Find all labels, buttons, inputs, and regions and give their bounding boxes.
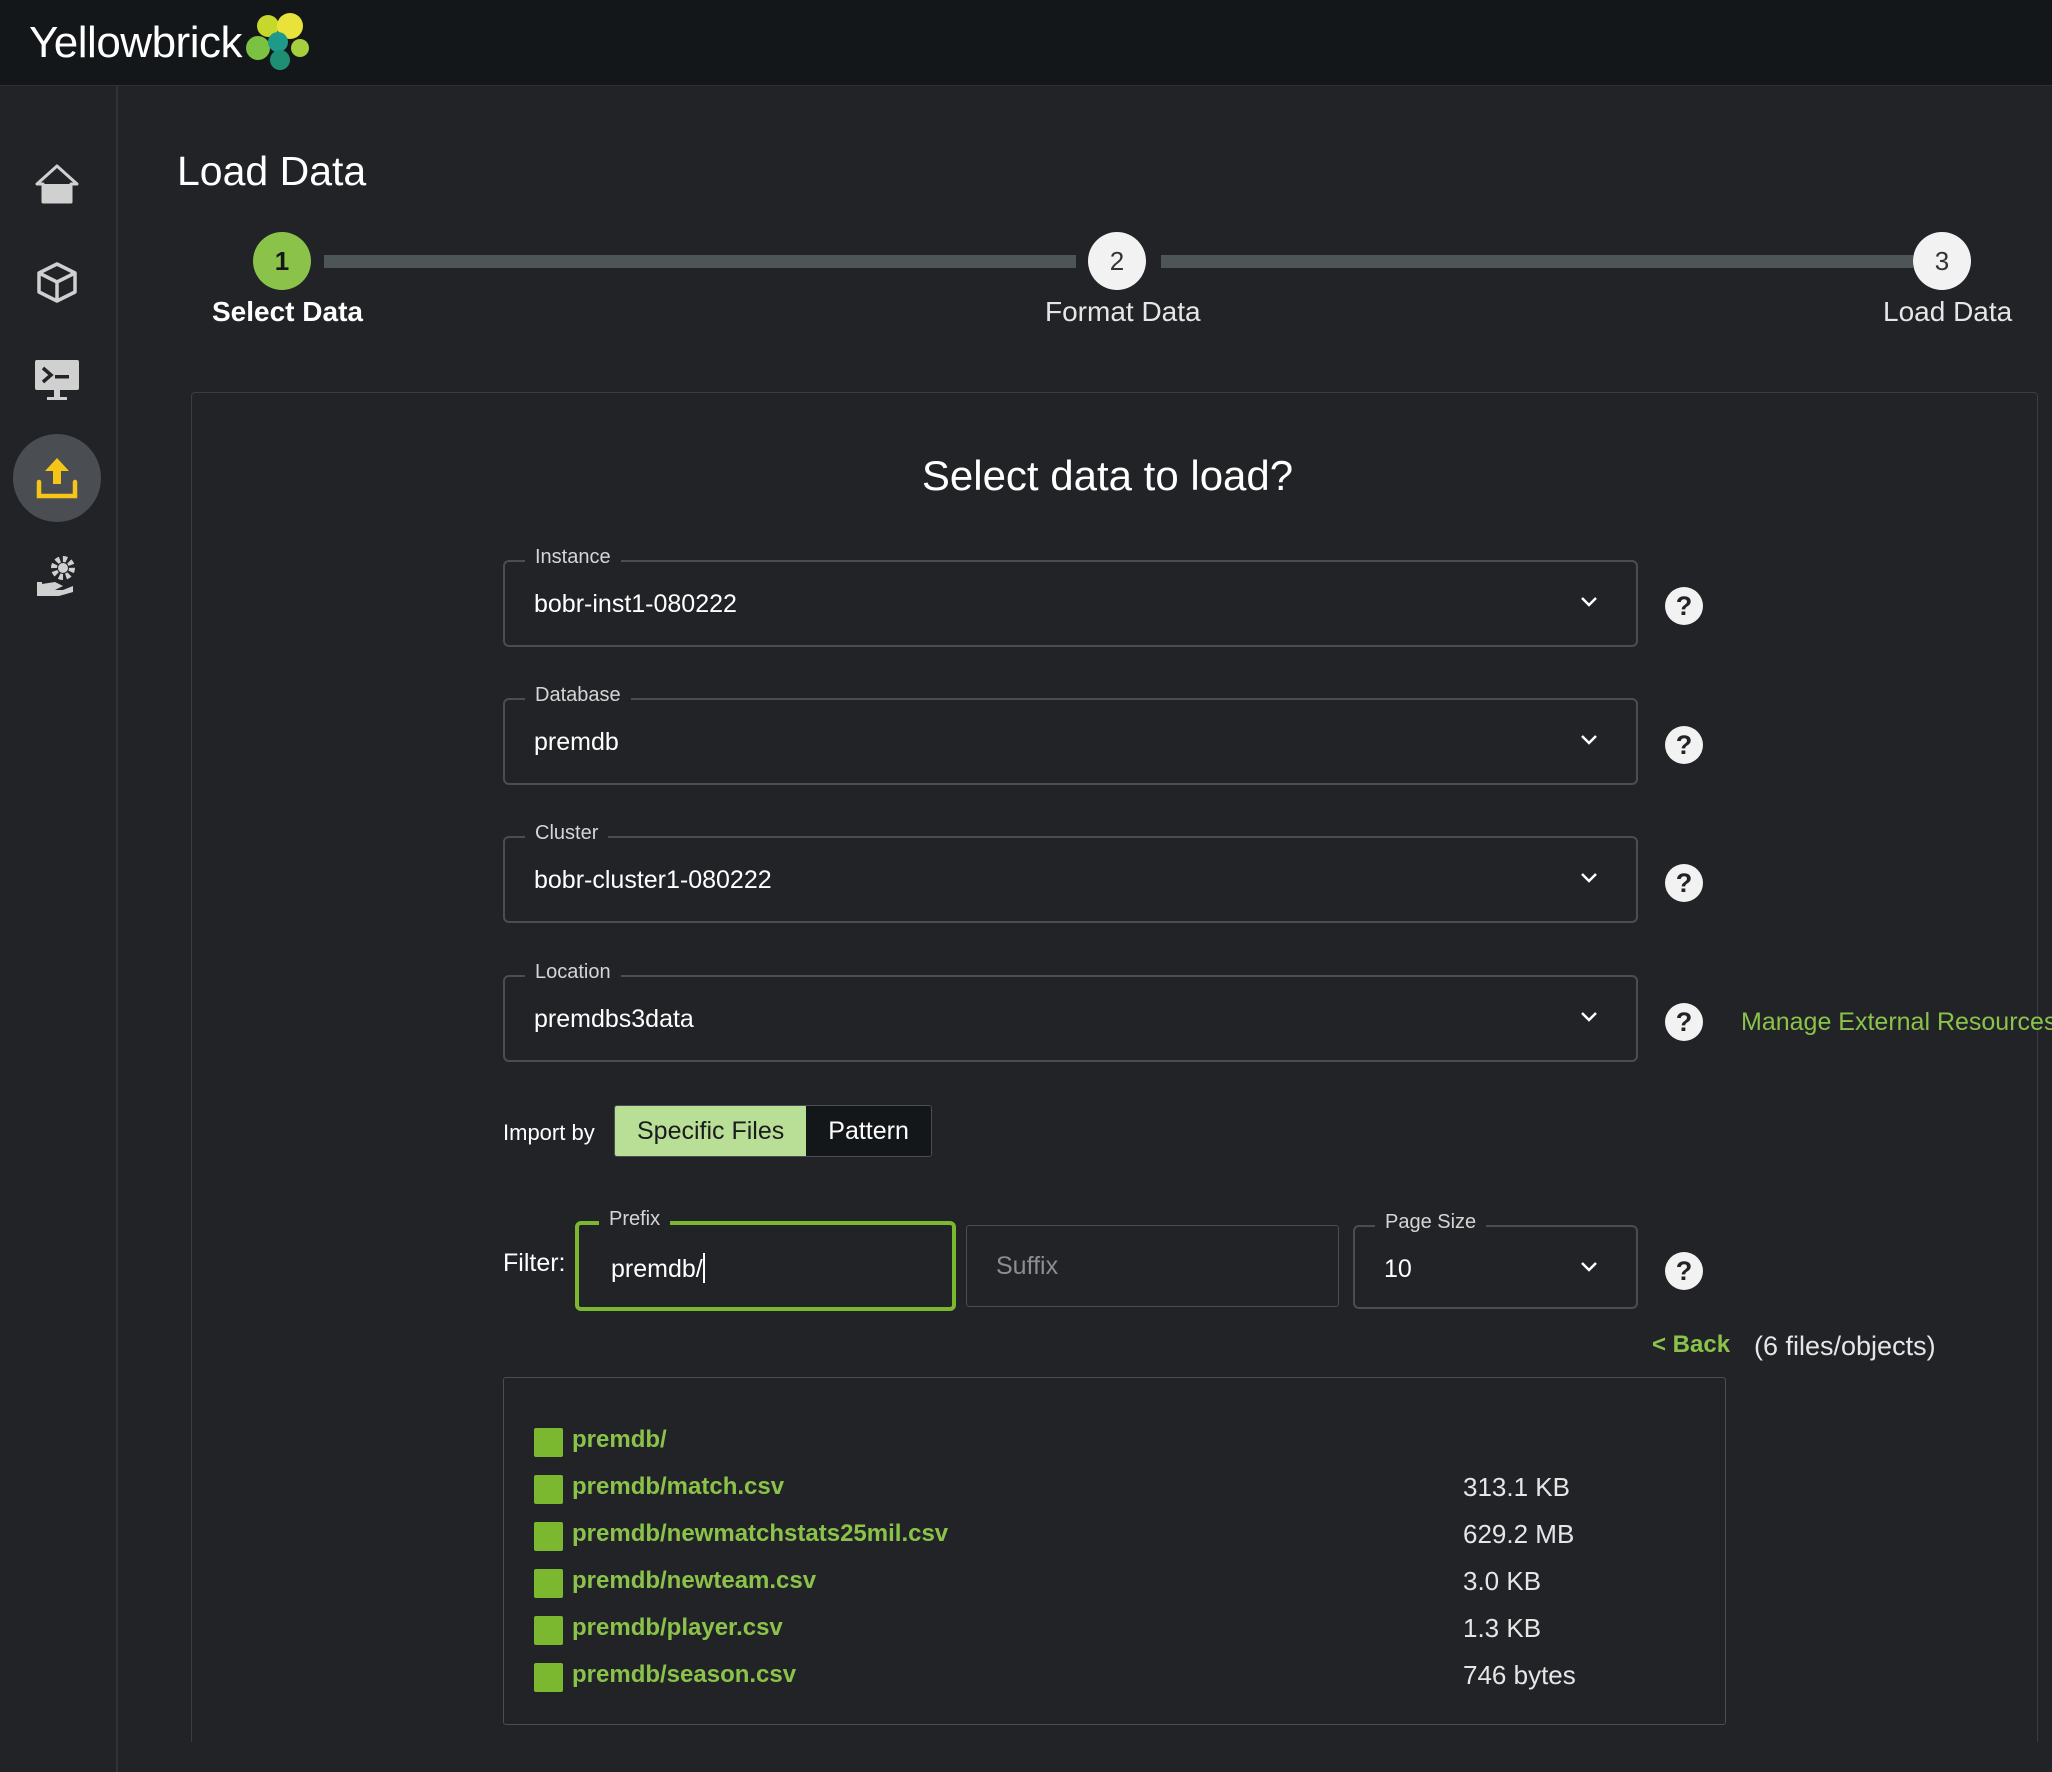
file-row[interactable]: premdb/match.csv 313.1 KB bbox=[534, 1470, 1694, 1504]
suffix-input[interactable]: Suffix bbox=[966, 1225, 1339, 1307]
database-label: Database bbox=[525, 684, 631, 707]
yellowbrick-logo-icon bbox=[246, 13, 309, 70]
file-checkbox[interactable] bbox=[534, 1616, 563, 1645]
file-name[interactable]: premdb/player.csv bbox=[572, 1614, 783, 1642]
instance-value: bobr-inst1-080222 bbox=[534, 590, 737, 618]
terminal-icon bbox=[35, 360, 79, 400]
cluster-value: bobr-cluster1-080222 bbox=[534, 866, 772, 894]
file-name[interactable]: premdb/ bbox=[572, 1426, 667, 1454]
prefix-input[interactable]: Prefix premdb/ bbox=[575, 1208, 956, 1311]
chevron-down-icon bbox=[1581, 597, 1597, 607]
location-help-icon[interactable]: ? bbox=[1665, 1003, 1703, 1041]
chevron-down-icon bbox=[1581, 735, 1597, 745]
sidebar-item-home[interactable] bbox=[13, 140, 101, 228]
page-title: Load Data bbox=[177, 148, 367, 194]
sidebar-item-admin[interactable] bbox=[13, 532, 101, 620]
file-checkbox[interactable] bbox=[534, 1569, 563, 1598]
file-row[interactable]: premdb/ bbox=[534, 1423, 1694, 1457]
file-checkbox[interactable] bbox=[534, 1428, 563, 1457]
file-name[interactable]: premdb/match.csv bbox=[572, 1473, 784, 1501]
step-1-circle[interactable]: 1 bbox=[253, 232, 311, 290]
location-value: premdbs3data bbox=[534, 1005, 694, 1033]
sidebar bbox=[0, 86, 118, 1772]
location-label: Location bbox=[525, 961, 621, 984]
prefix-label: Prefix bbox=[599, 1208, 671, 1231]
file-count: (6 files/objects) bbox=[1754, 1331, 1936, 1361]
page-size-label: Page Size bbox=[1375, 1211, 1487, 1234]
file-name[interactable]: premdb/season.csv bbox=[572, 1661, 796, 1689]
chevron-down-icon bbox=[1581, 873, 1597, 883]
file-row[interactable]: premdb/season.csv 746 bytes bbox=[534, 1658, 1694, 1692]
text-cursor bbox=[702, 1253, 705, 1283]
page-size-select[interactable]: Page Size 10 bbox=[1353, 1211, 1638, 1309]
sidebar-item-query-editor[interactable] bbox=[13, 336, 101, 424]
home-icon bbox=[35, 164, 79, 204]
prefix-value: premdb/ bbox=[611, 1255, 703, 1283]
filter-label: Filter: bbox=[503, 1249, 566, 1277]
toggle-specific-files[interactable]: Specific Files bbox=[615, 1106, 807, 1156]
cluster-select[interactable]: Cluster bobr-cluster1-080222 bbox=[503, 822, 1638, 923]
file-checkbox[interactable] bbox=[534, 1475, 563, 1504]
step-2-label: Format Data bbox=[1045, 296, 1201, 327]
file-checkbox[interactable] bbox=[534, 1522, 563, 1551]
stepper-connector bbox=[1161, 255, 1913, 268]
file-size: 629.2 MB bbox=[1463, 1519, 1575, 1549]
back-link[interactable]: < Back bbox=[1652, 1331, 1730, 1359]
chevron-down-icon bbox=[1581, 1262, 1597, 1272]
card-title: Select data to load? bbox=[921, 452, 1294, 499]
file-row[interactable]: premdb/player.csv 1.3 KB bbox=[534, 1611, 1694, 1645]
file-row[interactable]: premdb/newteam.csv 3.0 KB bbox=[534, 1564, 1694, 1598]
step-3-circle[interactable]: 3 bbox=[1913, 232, 1971, 290]
brand-name[interactable]: Yellowbrick bbox=[29, 18, 242, 68]
file-name[interactable]: premdb/newmatchstats25mil.csv bbox=[572, 1520, 948, 1548]
import-by-label: Import by bbox=[503, 1120, 595, 1145]
page-size-value: 10 bbox=[1384, 1255, 1412, 1283]
file-size: 3.0 KB bbox=[1463, 1566, 1542, 1596]
instance-label: Instance bbox=[525, 546, 621, 569]
instance-select[interactable]: Instance bobr-inst1-080222 bbox=[503, 546, 1638, 647]
stepper-connector bbox=[324, 255, 1076, 268]
step-1-label: Select Data bbox=[212, 296, 363, 327]
location-select[interactable]: Location premdbs3data bbox=[503, 961, 1638, 1062]
cluster-label: Cluster bbox=[525, 822, 609, 845]
file-size: 746 bytes bbox=[1463, 1660, 1576, 1690]
import-by-toggle: Specific Files Pattern bbox=[614, 1105, 932, 1157]
sidebar-item-instances[interactable] bbox=[13, 238, 101, 326]
top-bar: Yellowbrick bbox=[0, 0, 2052, 86]
file-row[interactable]: premdb/newmatchstats25mil.csv 629.2 MB bbox=[534, 1517, 1694, 1551]
toggle-pattern[interactable]: Pattern bbox=[806, 1106, 931, 1156]
step-3-label: Load Data bbox=[1883, 296, 2013, 327]
user-settings-icon bbox=[37, 556, 75, 596]
file-size: 313.1 KB bbox=[1463, 1472, 1570, 1502]
manage-external-resources-link[interactable]: Manage External Resources bbox=[1741, 1008, 2052, 1037]
file-checkbox[interactable] bbox=[534, 1663, 563, 1692]
file-name[interactable]: premdb/newteam.csv bbox=[572, 1567, 816, 1595]
cube-icon bbox=[37, 262, 77, 303]
step-2-circle[interactable]: 2 bbox=[1088, 232, 1146, 290]
suffix-placeholder: Suffix bbox=[996, 1252, 1059, 1280]
database-value: premdb bbox=[534, 728, 619, 756]
file-size: 1.3 KB bbox=[1463, 1613, 1542, 1643]
chevron-down-icon bbox=[1581, 1012, 1597, 1022]
filter-help-icon[interactable]: ? bbox=[1665, 1252, 1703, 1290]
database-help-icon[interactable]: ? bbox=[1665, 726, 1703, 764]
database-select[interactable]: Database premdb bbox=[503, 684, 1638, 785]
cluster-help-icon[interactable]: ? bbox=[1665, 864, 1703, 902]
file-list: premdb/ premdb/match.csv 313.1 KB premdb… bbox=[503, 1377, 1726, 1725]
instance-help-icon[interactable]: ? bbox=[1665, 587, 1703, 625]
